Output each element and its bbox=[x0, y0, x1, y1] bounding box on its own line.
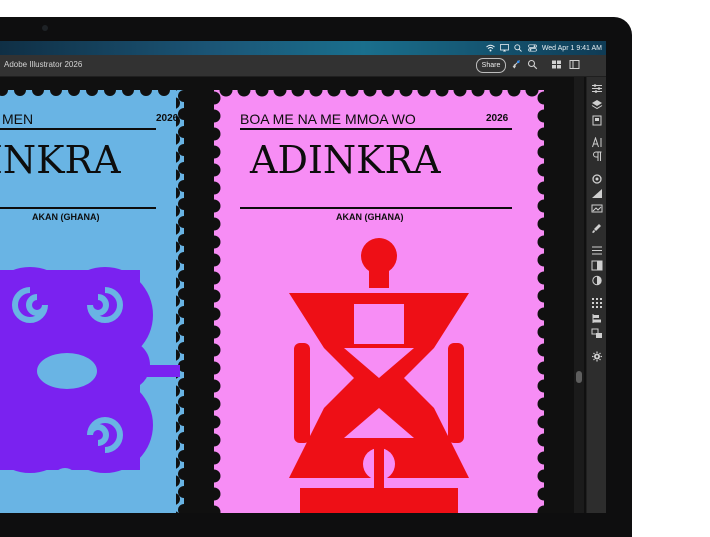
symbols-icon[interactable] bbox=[591, 313, 603, 324]
camera-dot bbox=[42, 25, 48, 31]
wifi-icon[interactable] bbox=[485, 44, 495, 52]
stamp-1-origin: AKAN (GHANA) bbox=[32, 212, 100, 222]
align-icon[interactable] bbox=[591, 245, 603, 256]
macos-menubar: Wed Apr 1 9:41 AM bbox=[0, 41, 606, 55]
settings-icon[interactable] bbox=[591, 351, 603, 362]
laptop-bezel: Wed Apr 1 9:41 AM Adobe Illustrator 2026… bbox=[0, 17, 632, 537]
color-icon[interactable] bbox=[591, 275, 603, 286]
stamp-2-logo: ADINKRA bbox=[250, 138, 441, 182]
character-icon[interactable] bbox=[591, 136, 603, 148]
menubar-status-items: Wed Apr 1 9:41 AM bbox=[485, 41, 602, 55]
layers-icon[interactable] bbox=[591, 99, 603, 110]
brushes-icon[interactable] bbox=[591, 223, 603, 234]
paragraph-icon[interactable] bbox=[591, 151, 603, 162]
artboard-canvas[interactable]: MEN 2026 ADINKRA AKAN (GHANA) bbox=[0, 77, 586, 513]
illustrator-titlebar: Adobe Illustrator 2026 Share bbox=[0, 55, 606, 77]
stamp-1-top-rule bbox=[0, 128, 156, 130]
transform-icon[interactable] bbox=[591, 297, 603, 308]
stamp-artboard-2[interactable]: BOA ME NA ME MMOA WO 2026 ADINKRA AKAN (… bbox=[214, 90, 544, 513]
appearance-icon[interactable] bbox=[591, 173, 603, 184]
stamp-1-bottom-rule bbox=[0, 207, 156, 209]
gradient-icon[interactable] bbox=[591, 188, 603, 199]
image-trace-icon[interactable] bbox=[591, 203, 603, 214]
menubar-datetime[interactable]: Wed Apr 1 9:41 AM bbox=[542, 45, 602, 52]
workspace-grid-icon[interactable] bbox=[551, 59, 562, 70]
stamp-1-header: MEN bbox=[2, 111, 34, 127]
vertical-scrollbar[interactable] bbox=[574, 77, 584, 513]
app-title: Adobe Illustrator 2026 bbox=[4, 60, 83, 69]
pathfinder-icon[interactable] bbox=[591, 260, 603, 271]
screen: Wed Apr 1 9:41 AM Adobe Illustrator 2026… bbox=[0, 41, 606, 513]
search-icon[interactable] bbox=[514, 44, 522, 52]
stamp-2-origin: AKAN (GHANA) bbox=[336, 212, 404, 222]
panel-toggle-icon[interactable] bbox=[569, 59, 580, 70]
search-icon[interactable] bbox=[527, 59, 538, 70]
stamp-1-logo: ADINKRA bbox=[0, 138, 121, 182]
libraries-icon[interactable] bbox=[591, 115, 603, 126]
right-panel-dock bbox=[586, 77, 606, 513]
properties-icon[interactable] bbox=[591, 83, 603, 94]
stamp-2-bottom-rule bbox=[240, 207, 512, 209]
links-icon[interactable] bbox=[591, 328, 603, 339]
stamp-2-top-rule bbox=[240, 128, 512, 130]
stamp-2-header: BOA ME NA ME MMOA WO bbox=[240, 111, 416, 127]
screen-mirror-icon[interactable] bbox=[499, 44, 509, 52]
rocket-icon[interactable] bbox=[510, 59, 521, 70]
stamp-1-adinkra-symbol bbox=[0, 267, 180, 492]
scrollbar-thumb[interactable] bbox=[576, 371, 582, 383]
control-center-icon[interactable] bbox=[527, 44, 537, 52]
share-button[interactable]: Share bbox=[476, 58, 506, 73]
stamp-2-year: 2026 bbox=[486, 113, 509, 124]
stamp-1-year: 2026 bbox=[156, 113, 179, 124]
stamp-2-adinkra-symbol bbox=[289, 238, 469, 513]
stamp-artboard-1[interactable]: MEN 2026 ADINKRA AKAN (GHANA) bbox=[0, 90, 184, 513]
